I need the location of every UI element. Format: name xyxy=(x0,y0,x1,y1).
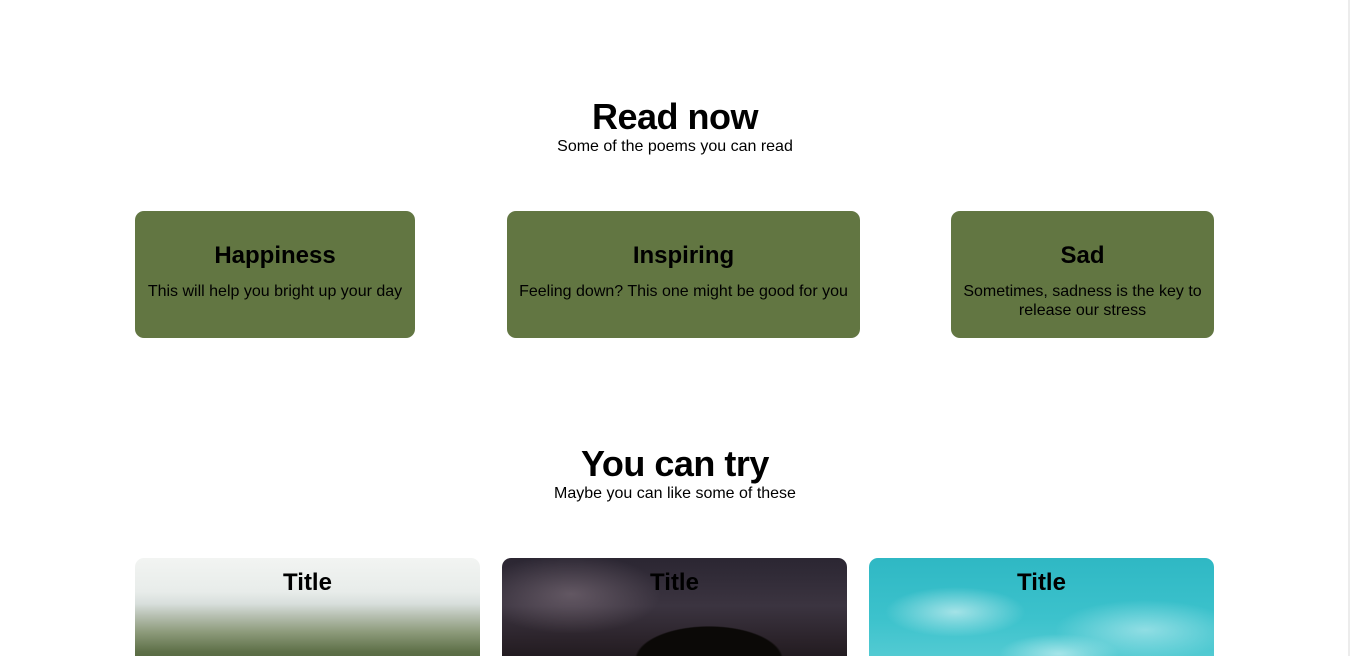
category-card-inspiring[interactable]: Inspiring Feeling down? This one might b… xyxy=(507,211,860,338)
read-now-subtitle: Some of the poems you can read xyxy=(557,138,793,155)
read-now-title: Read now xyxy=(591,96,759,137)
category-card-description: Sometimes, sadness is the key to release… xyxy=(963,283,1202,319)
you-can-try-header: You can try Maybe you can like some of t… xyxy=(0,444,1350,504)
read-now-header: Read now Some of the poems you can read xyxy=(0,97,1350,157)
suggestion-card-2[interactable]: Title xyxy=(502,558,847,656)
suggestion-card-title: Title xyxy=(650,569,699,596)
suggestion-card-1[interactable]: Title xyxy=(135,558,480,656)
suggestion-card-title: Title xyxy=(283,569,332,596)
category-card-title: Inspiring xyxy=(632,242,735,269)
category-card-happiness[interactable]: Happiness This will help you bright up y… xyxy=(135,211,415,338)
you-can-try-subtitle: Maybe you can like some of these xyxy=(554,485,796,502)
category-card-description: Feeling down? This one might be good for… xyxy=(519,283,848,300)
category-card-title: Happiness xyxy=(214,242,336,269)
category-card-description: This will help you bright up your day xyxy=(147,283,403,300)
suggestion-card-3[interactable]: Title xyxy=(869,558,1214,656)
category-card-title: Sad xyxy=(1060,242,1105,269)
suggestion-card-title: Title xyxy=(1017,569,1066,596)
page: Read now Some of the poems you can read … xyxy=(0,0,1350,656)
you-can-try-title: You can try xyxy=(581,443,769,484)
category-card-sad[interactable]: Sad Sometimes, sadness is the key to rel… xyxy=(951,211,1214,338)
